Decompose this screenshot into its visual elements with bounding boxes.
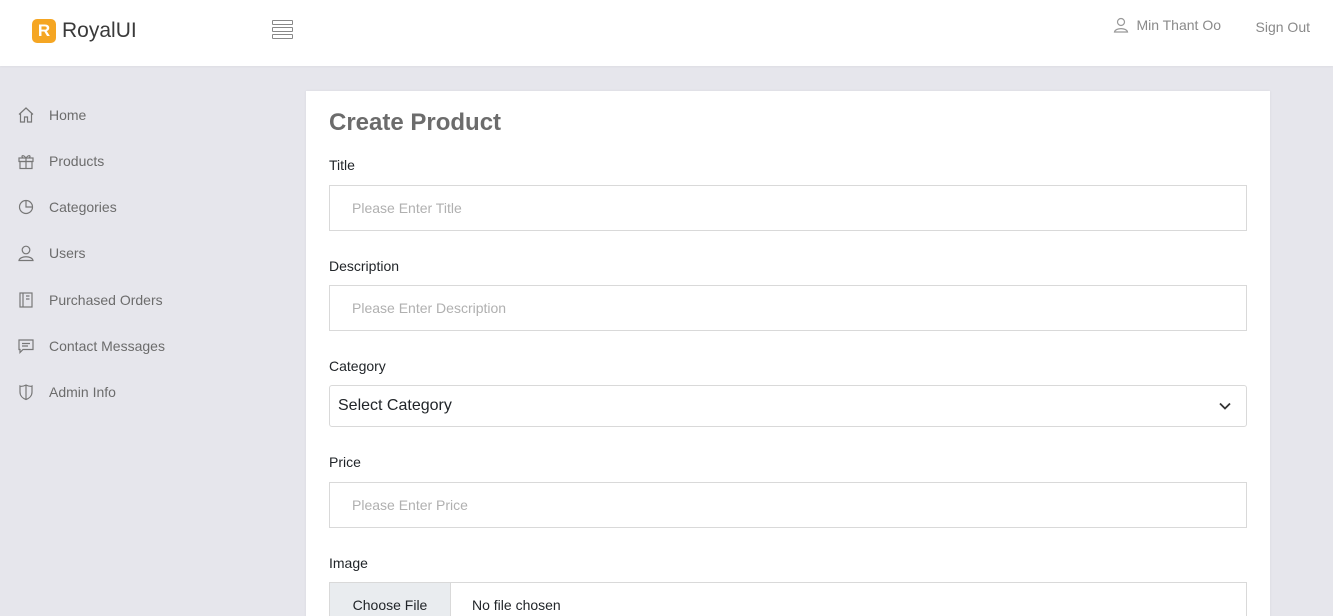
sidebar-item-label: Admin Info (49, 384, 116, 400)
gift-icon (16, 151, 36, 171)
sidebar-item-label: Contact Messages (49, 338, 165, 354)
choose-file-button[interactable]: Choose File (330, 583, 451, 616)
sidebar-item-label: Home (49, 107, 87, 123)
user-icon (16, 243, 36, 263)
title-input[interactable] (329, 185, 1247, 231)
home-icon (16, 105, 36, 125)
sidebar-item-admin-info[interactable]: Admin Info (16, 380, 116, 404)
create-product-card: Create Product Title Description Categor… (306, 91, 1270, 616)
user-icon (1114, 17, 1129, 33)
brand-name: RoyalUI (62, 19, 137, 42)
description-input[interactable] (329, 285, 1247, 331)
menu-toggle-icon[interactable] (272, 20, 294, 40)
brand-logo: R (32, 19, 56, 43)
price-label: Price (329, 454, 361, 470)
chevron-down-icon (1219, 402, 1231, 410)
description-label: Description (329, 258, 400, 274)
user-name: Min Thant Oo (1136, 17, 1221, 33)
brand[interactable]: R RoyalUI (32, 16, 137, 46)
sidebar-item-label: Purchased Orders (49, 292, 163, 308)
price-input[interactable] (329, 482, 1247, 528)
sidebar-item-label: Users (49, 245, 86, 261)
sidebar-item-contact-messages[interactable]: Contact Messages (16, 334, 165, 358)
sidebar-item-categories[interactable]: Categories (16, 195, 117, 219)
sidebar-item-products[interactable]: Products (16, 149, 104, 173)
image-file-input[interactable]: Choose File No file chosen (329, 582, 1247, 616)
user-profile[interactable]: Min Thant Oo (1113, 17, 1221, 33)
signout-link[interactable]: Sign Out (1256, 19, 1310, 35)
sidebar-item-label: Products (49, 153, 105, 169)
book-icon (16, 290, 36, 310)
category-select[interactable]: Select Category (329, 385, 1247, 427)
image-label: Image (329, 555, 368, 571)
message-icon (16, 336, 36, 356)
sidebar-item-label: Categories (49, 199, 117, 215)
file-status: No file chosen (472, 597, 561, 613)
category-label: Category (329, 358, 386, 374)
sidebar-item-purchased-orders[interactable]: Purchased Orders (16, 288, 163, 312)
sidebar-item-users[interactable]: Users (16, 241, 86, 265)
top-navbar: R RoyalUI Min Thant Oo Sign Out (0, 0, 1333, 66)
page-title: Create Product (329, 109, 502, 136)
pie-chart-icon (16, 197, 36, 217)
sidebar: Home Products Categories Users Purchased… (0, 66, 290, 616)
category-select-value: Select Category (338, 397, 452, 414)
sidebar-item-home[interactable]: Home (16, 103, 86, 127)
shield-icon (16, 382, 36, 402)
title-label: Title (329, 157, 355, 173)
